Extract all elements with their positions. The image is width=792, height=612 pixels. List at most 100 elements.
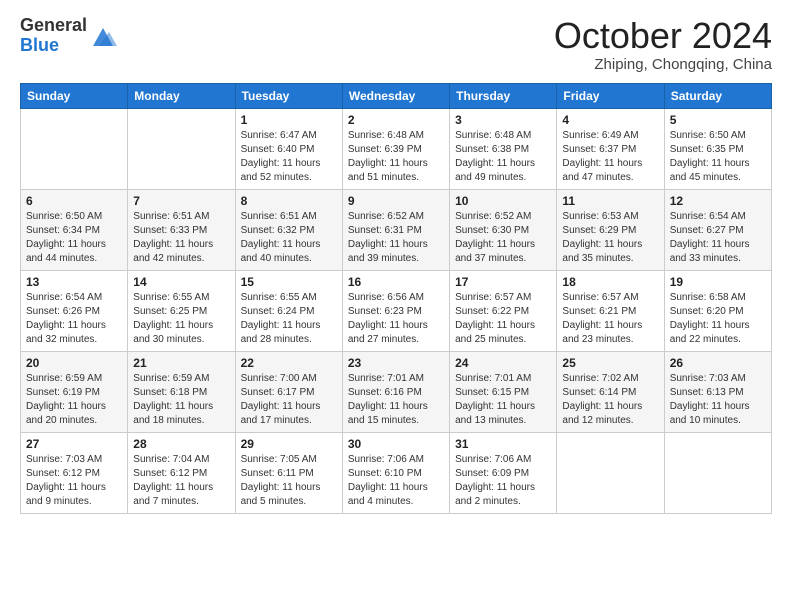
day-number: 24 xyxy=(455,356,551,370)
day-cell xyxy=(557,432,664,513)
day-detail: Sunrise: 6:53 AMSunset: 6:29 PMDaylight:… xyxy=(562,210,658,266)
day-cell: 27 Sunrise: 7:03 AMSunset: 6:12 PMDayligh… xyxy=(21,432,128,513)
day-number: 6 xyxy=(26,194,122,208)
day-cell: 11Sunrise: 6:53 AMSunset: 6:29 PMDayligh… xyxy=(557,189,664,270)
day-detail: Sunrise: 7:00 AMSunset: 6:17 PMDaylight:… xyxy=(241,372,337,428)
weekday-header-friday: Friday xyxy=(557,83,664,108)
day-number: 20 xyxy=(26,356,122,370)
day-number: 23 xyxy=(348,356,444,370)
day-number: 12 xyxy=(670,194,766,208)
day-cell: 25Sunrise: 7:02 AMSunset: 6:14 PMDayligh… xyxy=(557,351,664,432)
day-number: 25 xyxy=(562,356,658,370)
day-detail: Sunrise: 7:06 AMSunset: 6:09 PMDaylight:… xyxy=(455,453,551,509)
day-number: 17 xyxy=(455,275,551,289)
day-detail: Sunrise: 7:03 AMSunset: 6:12 PMDaylight:… xyxy=(26,453,122,509)
week-row-1: 1 Sunrise: 6:47 AMSunset: 6:40 PMDaylight… xyxy=(21,108,772,189)
day-number: 5 xyxy=(670,113,766,127)
logo-icon xyxy=(89,22,117,50)
day-number: 31 xyxy=(455,437,551,451)
day-cell: 6 Sunrise: 6:50 AMSunset: 6:34 PMDaylight… xyxy=(21,189,128,270)
day-cell: 28 Sunrise: 7:04 AMSunset: 6:12 PMDayligh… xyxy=(128,432,235,513)
day-number: 9 xyxy=(348,194,444,208)
month-title: October 2024 xyxy=(554,16,772,56)
day-number: 18 xyxy=(562,275,658,289)
day-detail: Sunrise: 7:04 AMSunset: 6:12 PMDaylight:… xyxy=(133,453,229,509)
calendar-page: General Blue October 2024 Zhiping, Chong… xyxy=(0,0,792,530)
day-number: 4 xyxy=(562,113,658,127)
day-number: 30 xyxy=(348,437,444,451)
day-detail: Sunrise: 6:56 AMSunset: 6:23 PMDaylight:… xyxy=(348,291,444,347)
day-cell: 8Sunrise: 6:51 AMSunset: 6:32 PMDaylight… xyxy=(235,189,342,270)
day-detail: Sunrise: 6:51 AMSunset: 6:33 PMDaylight:… xyxy=(133,210,229,266)
day-cell: 3 Sunrise: 6:48 AMSunset: 6:38 PMDaylight… xyxy=(450,108,557,189)
day-cell: 23 Sunrise: 7:01 AMSunset: 6:16 PMDayligh… xyxy=(342,351,449,432)
calendar-table: SundayMondayTuesdayWednesdayThursdayFrid… xyxy=(20,83,772,514)
day-number: 29 xyxy=(241,437,337,451)
day-cell: 16 Sunrise: 6:56 AMSunset: 6:23 PMDayligh… xyxy=(342,270,449,351)
day-detail: Sunrise: 6:58 AMSunset: 6:20 PMDaylight:… xyxy=(670,291,766,347)
day-cell: 18 Sunrise: 6:57 AMSunset: 6:21 PMDayligh… xyxy=(557,270,664,351)
logo-general-text: General xyxy=(20,15,87,35)
day-cell: 2 Sunrise: 6:48 AMSunset: 6:39 PMDaylight… xyxy=(342,108,449,189)
week-row-4: 20 Sunrise: 6:59 AMSunset: 6:19 PMDayligh… xyxy=(21,351,772,432)
day-detail: Sunrise: 6:48 AMSunset: 6:39 PMDaylight:… xyxy=(348,129,444,185)
day-number: 14 xyxy=(133,275,229,289)
day-number: 28 xyxy=(133,437,229,451)
day-number: 7 xyxy=(133,194,229,208)
day-number: 8 xyxy=(241,194,337,208)
day-cell xyxy=(128,108,235,189)
week-row-5: 27 Sunrise: 7:03 AMSunset: 6:12 PMDayligh… xyxy=(21,432,772,513)
day-number: 13 xyxy=(26,275,122,289)
day-detail: Sunrise: 6:54 AMSunset: 6:26 PMDaylight:… xyxy=(26,291,122,347)
day-cell: 22 Sunrise: 7:00 AMSunset: 6:17 PMDayligh… xyxy=(235,351,342,432)
day-number: 2 xyxy=(348,113,444,127)
day-number: 26 xyxy=(670,356,766,370)
day-number: 3 xyxy=(455,113,551,127)
day-detail: Sunrise: 6:57 AMSunset: 6:21 PMDaylight:… xyxy=(562,291,658,347)
day-detail: Sunrise: 6:49 AMSunset: 6:37 PMDaylight:… xyxy=(562,129,658,185)
day-detail: Sunrise: 6:50 AMSunset: 6:34 PMDaylight:… xyxy=(26,210,122,266)
weekday-header-row: SundayMondayTuesdayWednesdayThursdayFrid… xyxy=(21,83,772,108)
day-detail: Sunrise: 6:59 AMSunset: 6:19 PMDaylight:… xyxy=(26,372,122,428)
day-detail: Sunrise: 6:54 AMSunset: 6:27 PMDaylight:… xyxy=(670,210,766,266)
weekday-header-sunday: Sunday xyxy=(21,83,128,108)
logo-blue-text: Blue xyxy=(20,35,59,55)
day-detail: Sunrise: 6:52 AMSunset: 6:30 PMDaylight:… xyxy=(455,210,551,266)
day-detail: Sunrise: 6:59 AMSunset: 6:18 PMDaylight:… xyxy=(133,372,229,428)
day-detail: Sunrise: 6:47 AMSunset: 6:40 PMDaylight:… xyxy=(241,129,337,185)
day-detail: Sunrise: 7:06 AMSunset: 6:10 PMDaylight:… xyxy=(348,453,444,509)
weekday-header-wednesday: Wednesday xyxy=(342,83,449,108)
day-number: 16 xyxy=(348,275,444,289)
day-detail: Sunrise: 6:52 AMSunset: 6:31 PMDaylight:… xyxy=(348,210,444,266)
day-detail: Sunrise: 6:55 AMSunset: 6:24 PMDaylight:… xyxy=(241,291,337,347)
location: Zhiping, Chongqing, China xyxy=(554,56,772,73)
day-detail: Sunrise: 6:55 AMSunset: 6:25 PMDaylight:… xyxy=(133,291,229,347)
day-detail: Sunrise: 6:48 AMSunset: 6:38 PMDaylight:… xyxy=(455,129,551,185)
day-detail: Sunrise: 7:01 AMSunset: 6:16 PMDaylight:… xyxy=(348,372,444,428)
day-cell: 24 Sunrise: 7:01 AMSunset: 6:15 PMDayligh… xyxy=(450,351,557,432)
day-cell: 21Sunrise: 6:59 AMSunset: 6:18 PMDayligh… xyxy=(128,351,235,432)
day-cell: 1 Sunrise: 6:47 AMSunset: 6:40 PMDaylight… xyxy=(235,108,342,189)
day-number: 22 xyxy=(241,356,337,370)
day-number: 1 xyxy=(241,113,337,127)
day-cell: 10Sunrise: 6:52 AMSunset: 6:30 PMDayligh… xyxy=(450,189,557,270)
day-detail: Sunrise: 7:01 AMSunset: 6:15 PMDaylight:… xyxy=(455,372,551,428)
day-detail: Sunrise: 7:05 AMSunset: 6:11 PMDaylight:… xyxy=(241,453,337,509)
weekday-header-saturday: Saturday xyxy=(664,83,771,108)
day-detail: Sunrise: 6:57 AMSunset: 6:22 PMDaylight:… xyxy=(455,291,551,347)
day-cell xyxy=(664,432,771,513)
day-number: 15 xyxy=(241,275,337,289)
day-cell: 17 Sunrise: 6:57 AMSunset: 6:22 PMDayligh… xyxy=(450,270,557,351)
day-number: 27 xyxy=(26,437,122,451)
day-cell: 20 Sunrise: 6:59 AMSunset: 6:19 PMDayligh… xyxy=(21,351,128,432)
day-cell: 7 Sunrise: 6:51 AMSunset: 6:33 PMDaylight… xyxy=(128,189,235,270)
day-cell: 12 Sunrise: 6:54 AMSunset: 6:27 PMDayligh… xyxy=(664,189,771,270)
day-cell: 5 Sunrise: 6:50 AMSunset: 6:35 PMDaylight… xyxy=(664,108,771,189)
day-cell: 13 Sunrise: 6:54 AMSunset: 6:26 PMDayligh… xyxy=(21,270,128,351)
day-number: 19 xyxy=(670,275,766,289)
day-detail: Sunrise: 6:50 AMSunset: 6:35 PMDaylight:… xyxy=(670,129,766,185)
weekday-header-thursday: Thursday xyxy=(450,83,557,108)
day-cell xyxy=(21,108,128,189)
day-cell: 14 Sunrise: 6:55 AMSunset: 6:25 PMDayligh… xyxy=(128,270,235,351)
day-cell: 9 Sunrise: 6:52 AMSunset: 6:31 PMDaylight… xyxy=(342,189,449,270)
